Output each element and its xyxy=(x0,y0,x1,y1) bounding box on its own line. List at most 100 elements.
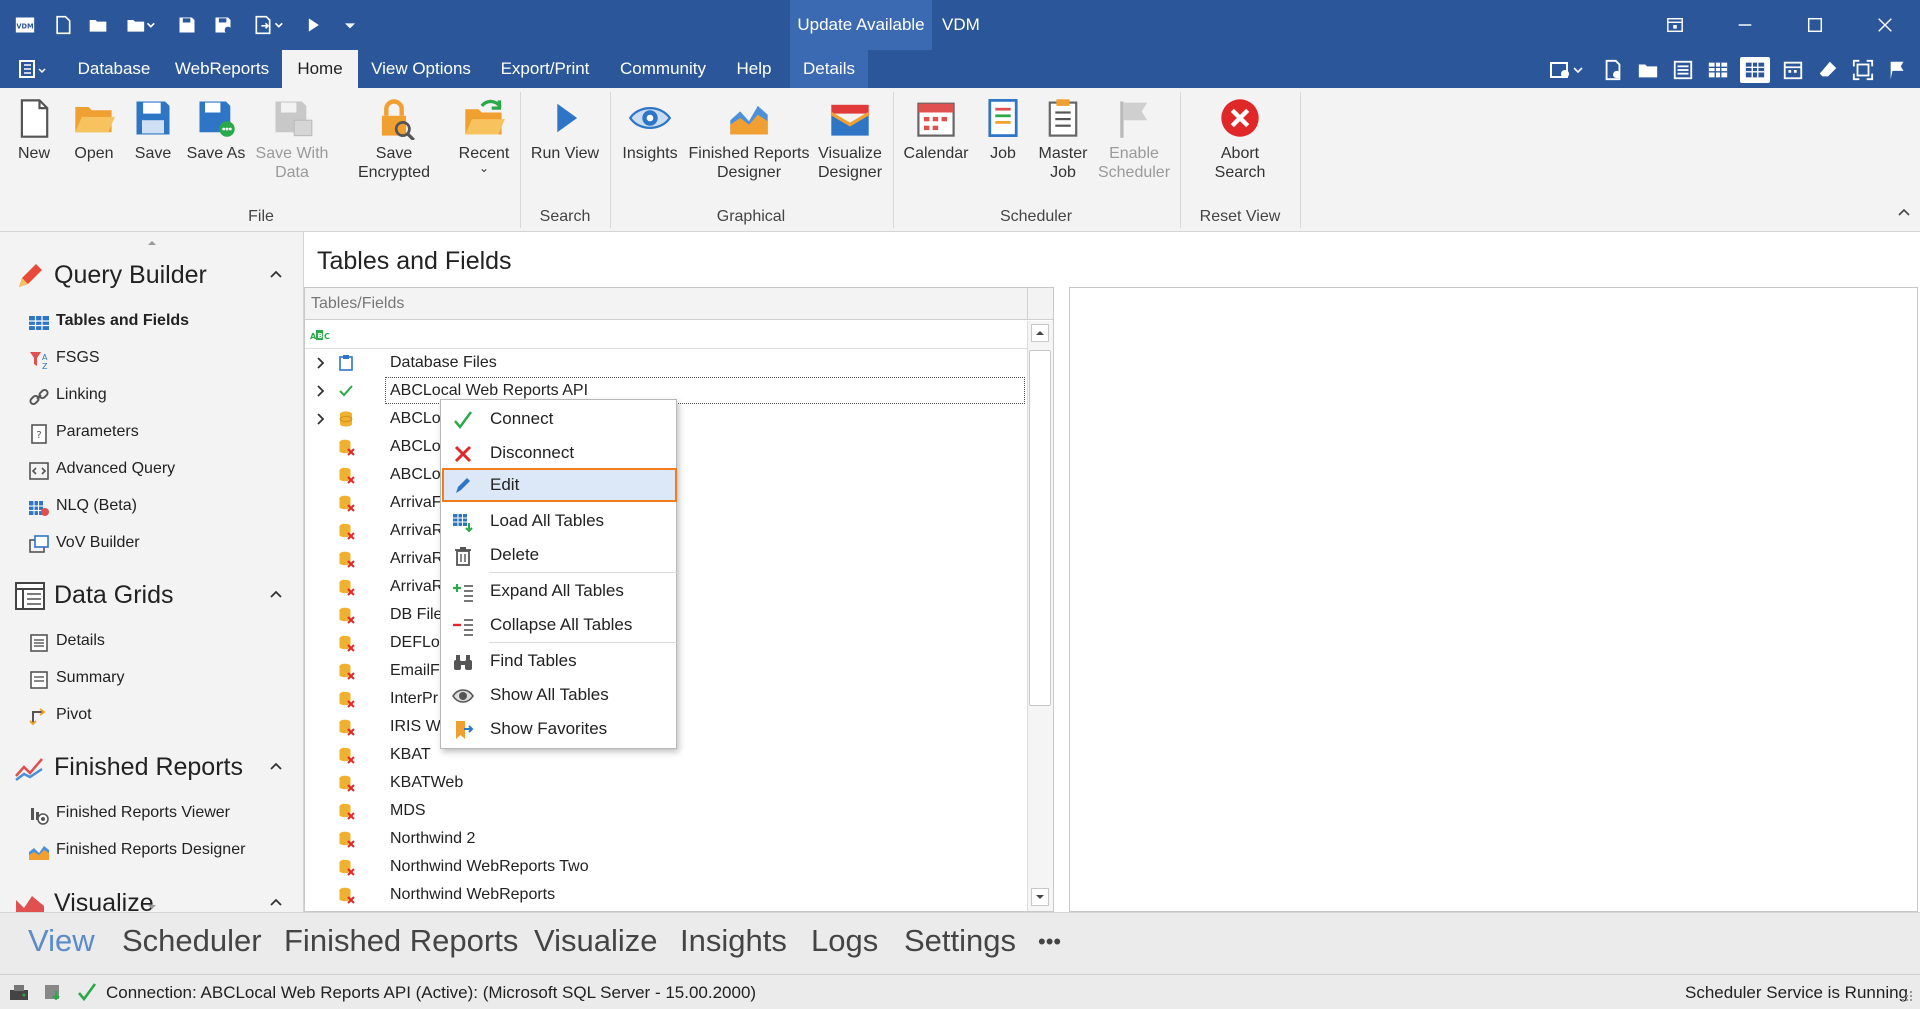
save-button[interactable]: Save xyxy=(126,92,180,163)
save-as-icon[interactable] xyxy=(210,12,236,38)
tab-database[interactable]: Database xyxy=(68,50,160,88)
nav-nlq-beta[interactable]: NLQ (Beta) xyxy=(0,489,303,525)
menu-item-find-tables[interactable]: Find Tables xyxy=(442,644,677,678)
expand-chevron-icon[interactable] xyxy=(313,411,329,427)
menu-item-show-all-tables[interactable]: Show All Tables xyxy=(442,678,677,712)
grid-view-icon[interactable] xyxy=(1705,57,1731,83)
tab-finished-reports[interactable]: Finished Reports xyxy=(284,923,518,959)
run-play-icon[interactable] xyxy=(300,12,326,38)
save-with-data-button[interactable]: Save With Data xyxy=(252,92,332,182)
visualize-designer-button[interactable]: Visualize Designer xyxy=(814,92,886,182)
app-menu-icon[interactable] xyxy=(16,56,50,82)
tree-row[interactable]: Northwind 2 xyxy=(305,825,1027,853)
tab-insights[interactable]: Insights xyxy=(680,923,787,959)
finished-reports-designer-button[interactable]: Finished Reports Designer xyxy=(688,92,810,182)
save-icon[interactable] xyxy=(174,12,200,38)
file-settings-icon[interactable] xyxy=(1600,57,1626,83)
menu-item-expand-all-tables[interactable]: Expand All Tables xyxy=(442,574,677,608)
nav-details[interactable]: Details xyxy=(0,624,303,660)
tree-column-header[interactable]: Tables/Fields xyxy=(305,288,1027,320)
flag-icon[interactable] xyxy=(1885,57,1911,83)
save-as-button[interactable]: Save As xyxy=(184,92,248,163)
resize-grip-icon[interactable] xyxy=(1898,987,1914,1003)
nav-summary[interactable]: Summary xyxy=(0,661,303,697)
run-view-button[interactable]: Run View xyxy=(526,92,604,163)
tab-view[interactable]: View xyxy=(28,923,95,959)
table-view-icon[interactable] xyxy=(1740,57,1770,83)
expand-chevron-icon[interactable] xyxy=(313,355,329,371)
job-button[interactable]: Job xyxy=(978,92,1028,163)
collapse-chevron-icon[interactable] xyxy=(268,586,284,602)
finished-reports-section[interactable]: Finished Reports xyxy=(0,744,303,790)
tab-webreports[interactable]: WebReports xyxy=(170,50,274,88)
open-folder-icon[interactable] xyxy=(85,12,111,38)
tree-row[interactable]: Northwind WebReports xyxy=(305,881,1027,909)
query-builder-section[interactable]: Query Builder xyxy=(0,252,303,298)
nav-linking[interactable]: Linking xyxy=(0,378,303,414)
nav-advanced-query[interactable]: Advanced Query xyxy=(0,452,303,488)
tree-row-database-files[interactable]: Database Files xyxy=(305,349,1027,377)
scroll-down-icon[interactable] xyxy=(144,900,160,910)
tab-settings[interactable]: Settings xyxy=(904,923,1016,959)
fit-screen-icon[interactable] xyxy=(1850,57,1876,83)
tab-help[interactable]: Help xyxy=(726,50,782,88)
scroll-up-icon[interactable] xyxy=(144,234,160,245)
maximize-icon[interactable] xyxy=(1780,0,1850,50)
data-grids-section[interactable]: Data Grids xyxy=(0,572,303,618)
collapse-chevron-icon[interactable] xyxy=(268,266,284,282)
tab-scheduler[interactable]: Scheduler xyxy=(122,923,262,959)
calendar-view-icon[interactable] xyxy=(1780,57,1806,83)
new-file-icon[interactable] xyxy=(50,12,76,38)
folder-icon[interactable] xyxy=(1635,57,1661,83)
insights-button[interactable]: Insights xyxy=(616,92,684,163)
list-view-icon[interactable] xyxy=(1670,57,1696,83)
database-download-icon[interactable] xyxy=(42,981,64,1003)
open-recent-dropdown-icon[interactable] xyxy=(122,12,158,38)
close-icon[interactable] xyxy=(1850,0,1920,50)
nav-parameters[interactable]: ? Parameters xyxy=(0,415,303,451)
calendar-button[interactable]: Calendar xyxy=(898,92,974,163)
master-job-button[interactable]: Master Job xyxy=(1032,92,1094,182)
tab-logs[interactable]: Logs xyxy=(811,923,878,959)
layout-settings-dropdown-icon[interactable] xyxy=(1546,57,1586,83)
menu-item-delete[interactable]: Delete xyxy=(442,538,677,572)
tree-row[interactable]: KBATWeb xyxy=(305,769,1027,797)
enable-scheduler-button[interactable]: Enable Scheduler xyxy=(1096,92,1172,182)
update-available-label[interactable]: Update Available xyxy=(790,0,932,50)
abort-search-button[interactable]: Abort Search xyxy=(1190,92,1290,182)
scrollbar-thumb[interactable] xyxy=(1029,350,1051,706)
open-button[interactable]: Open xyxy=(66,92,122,163)
export-dropdown-icon[interactable] xyxy=(248,12,288,38)
tab-community[interactable]: Community xyxy=(612,50,714,88)
expand-chevron-icon[interactable] xyxy=(313,383,329,399)
menu-item-load-all-tables[interactable]: Load All Tables xyxy=(442,504,677,538)
server-status-icon[interactable] xyxy=(8,981,30,1003)
menu-item-disconnect[interactable]: Disconnect xyxy=(442,436,677,470)
menu-item-edit[interactable]: Edit xyxy=(442,468,677,502)
nav-finished-reports-designer[interactable]: Finished Reports Designer xyxy=(0,833,303,869)
save-encrypted-button[interactable]: Save Encrypted xyxy=(338,92,450,182)
tab-visualize[interactable]: Visualize xyxy=(534,923,658,959)
tab-export-print[interactable]: Export/Print xyxy=(488,50,602,88)
scroll-up-button[interactable] xyxy=(1031,324,1049,342)
tree-row[interactable]: MDS xyxy=(305,797,1027,825)
recent-button[interactable]: Recent ⌄ xyxy=(454,92,514,174)
tab-view-options[interactable]: View Options xyxy=(366,50,476,88)
tab-home[interactable]: Home xyxy=(282,50,358,88)
more-tabs-button[interactable]: ••• xyxy=(1038,929,1061,955)
nav-fsgs[interactable]: AZ FSGS xyxy=(0,341,303,377)
collapse-chevron-icon[interactable] xyxy=(268,758,284,774)
collapse-ribbon-icon[interactable] xyxy=(1896,204,1912,220)
nav-pivot[interactable]: Pivot xyxy=(0,698,303,734)
new-button[interactable]: New xyxy=(6,92,62,163)
menu-item-collapse-all-tables[interactable]: Collapse All Tables xyxy=(442,608,677,642)
customize-dropdown-icon[interactable] xyxy=(337,12,363,38)
menu-item-connect[interactable]: Connect xyxy=(442,402,677,436)
tree-row[interactable]: Northwind WebReports Two xyxy=(305,853,1027,881)
scroll-down-button[interactable] xyxy=(1031,888,1049,906)
menu-item-show-favorites[interactable]: Show Favorites xyxy=(442,712,677,746)
nav-finished-reports-viewer[interactable]: Finished Reports Viewer xyxy=(0,796,303,832)
collapse-chevron-icon[interactable] xyxy=(268,894,284,910)
nav-vov-builder[interactable]: VoV Builder xyxy=(0,526,303,562)
eraser-icon[interactable] xyxy=(1815,57,1841,83)
